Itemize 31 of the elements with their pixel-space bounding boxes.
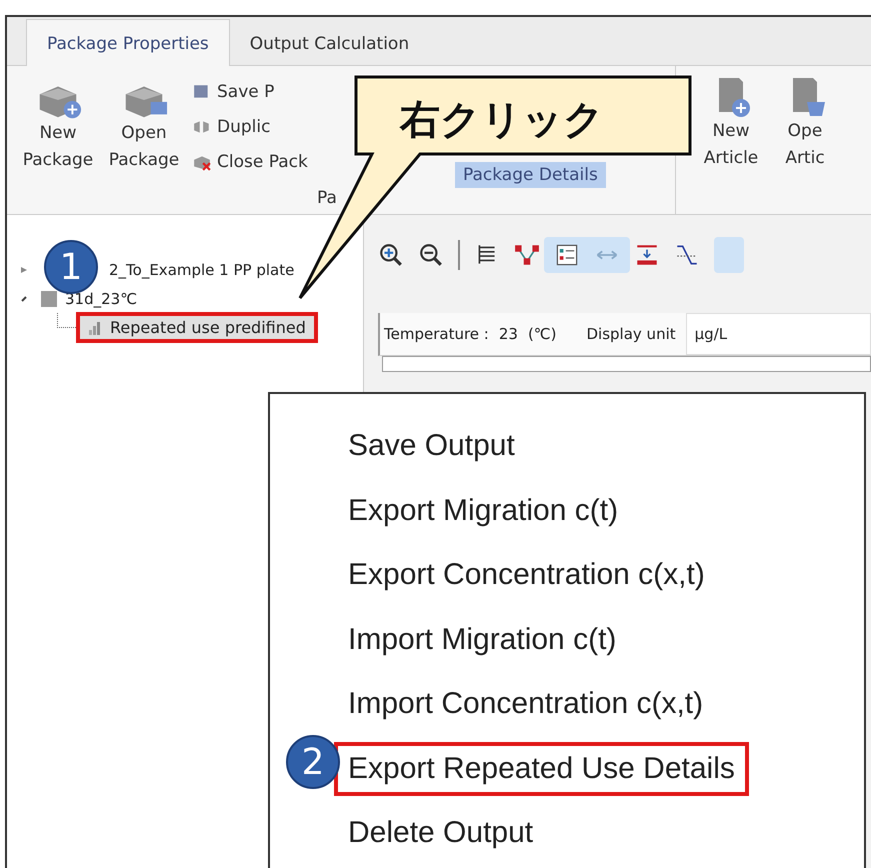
collapse-icon[interactable] bbox=[19, 264, 29, 274]
menu-item[interactable]: Delete Output bbox=[338, 810, 544, 856]
display-unit-field[interactable]: µg/L bbox=[686, 313, 871, 355]
group-label: Pa bbox=[316, 188, 338, 210]
temperature-value: 23 bbox=[498, 325, 518, 343]
tree-item[interactable]: Repeated use predifined bbox=[80, 316, 314, 339]
menu-item[interactable]: Export Migration c(t) bbox=[338, 488, 628, 534]
ribbon-button[interactable]: Duplic bbox=[193, 113, 308, 141]
zoom-in-icon[interactable] bbox=[378, 242, 404, 268]
tree-item[interactable]: 2_To_Example 1 PP plate bbox=[109, 260, 294, 278]
ribbon-button[interactable]: Ope Artic bbox=[774, 74, 836, 214]
menu-item[interactable]: Export Concentration c(x,t) bbox=[338, 552, 715, 598]
legend-icon bbox=[555, 243, 579, 267]
zoom-out-icon[interactable] bbox=[418, 242, 444, 268]
ribbon-button[interactable]: Close Pack bbox=[193, 148, 308, 176]
ribbon-tab[interactable]: Output Calculation bbox=[230, 23, 430, 65]
ribbon-button[interactable]: New Package bbox=[21, 74, 95, 188]
ribbon-button[interactable]: Open Package bbox=[107, 74, 181, 188]
menu-item[interactable]: Save Output bbox=[338, 423, 525, 470]
temperature-unit: (℃) bbox=[528, 325, 556, 343]
ribbon-button[interactable]: Save P bbox=[193, 78, 308, 106]
display-unit-label: Display unit bbox=[586, 325, 676, 343]
ribbon-tab[interactable]: Package Properties bbox=[26, 19, 230, 66]
menu-item[interactable]: Import Concentration c(x,t) bbox=[338, 681, 714, 728]
menu-item[interactable]: Import Migration c(t) bbox=[338, 616, 626, 663]
temperature-label: Temperature : bbox=[384, 325, 489, 343]
package-details-button[interactable]: Package Details bbox=[455, 162, 606, 188]
ribbon-button[interactable]: New Article bbox=[700, 74, 762, 214]
callout-text: 右クリック bbox=[400, 96, 604, 145]
bar-chart-icon bbox=[88, 320, 102, 334]
expand-icon[interactable] bbox=[19, 294, 29, 304]
